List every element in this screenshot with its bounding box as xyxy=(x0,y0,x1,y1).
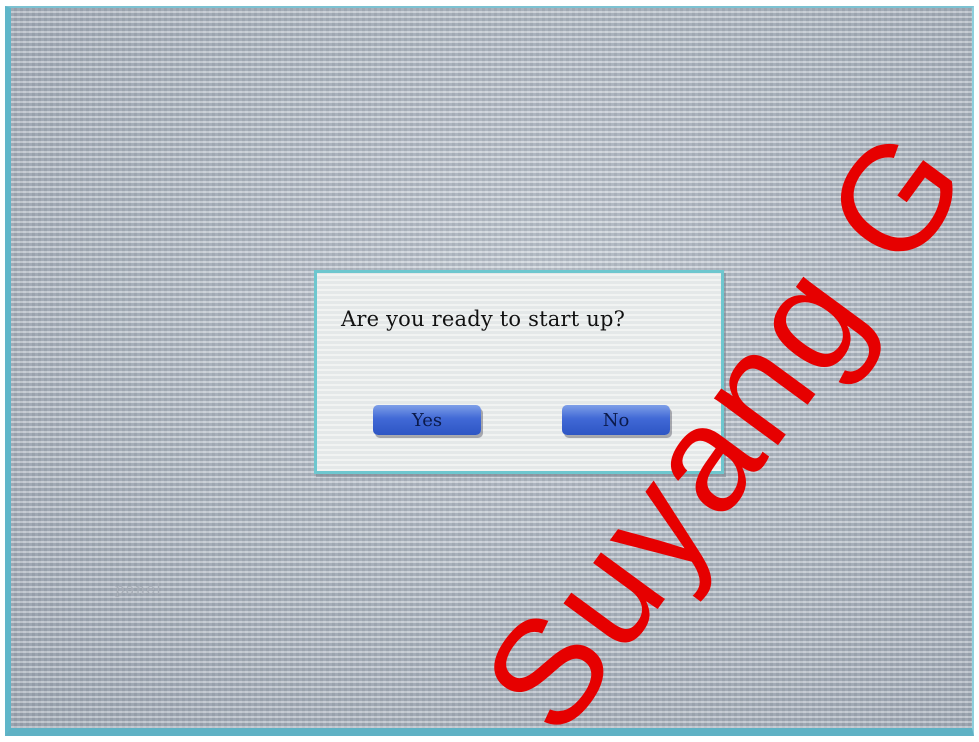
yes-button[interactable]: Yes xyxy=(373,405,481,435)
hmi-screen: panel Are you ready to start up? Yes No xyxy=(5,6,974,736)
dialog-message: Are you ready to start up? xyxy=(341,307,626,331)
startup-confirm-dialog: Are you ready to start up? Yes No xyxy=(314,270,724,474)
background-label: panel xyxy=(115,580,162,598)
device-bezel: panel Are you ready to start up? Yes No xyxy=(0,0,979,742)
no-button[interactable]: No xyxy=(562,405,670,435)
dialog-scanlines xyxy=(317,273,721,471)
